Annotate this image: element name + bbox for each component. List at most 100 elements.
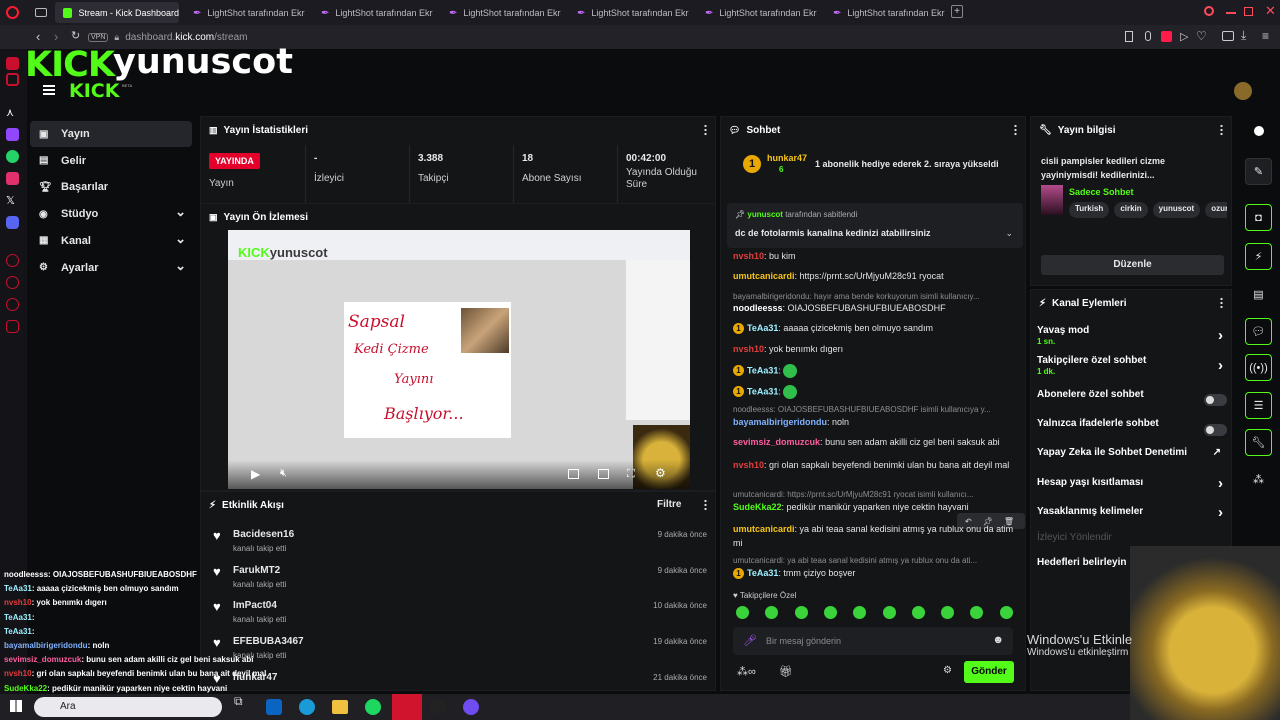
wrench-button[interactable]: 🔧︎ xyxy=(1245,429,1272,456)
clock-icon[interactable] xyxy=(6,276,19,289)
more-options-icon[interactable] xyxy=(1014,124,1017,135)
tag-chip[interactable]: yunuscot xyxy=(1152,202,1201,218)
channel-action-item[interactable]: Hedefleri belirleyin xyxy=(1037,557,1227,581)
tag-chip[interactable]: cirkin xyxy=(1114,202,1148,218)
fullscreen-icon[interactable]: ⛶ xyxy=(627,468,635,481)
chevron-down-icon[interactable]: ⌄ xyxy=(1005,228,1013,239)
settings-icon[interactable] xyxy=(6,320,19,333)
history-icon[interactable] xyxy=(6,254,19,267)
chevron-down-icon[interactable]: ⌄ xyxy=(175,231,186,247)
chat-username[interactable]: TeAa31 xyxy=(747,365,778,375)
chat-message[interactable]: SudeKka22: pedikür manikür yaparken niye… xyxy=(733,502,1023,512)
chat-username[interactable]: bayamalbirigeridondu xyxy=(733,417,827,427)
channel-action-item[interactable]: Abonelere özel sohbet xyxy=(1037,389,1227,413)
emote-icon[interactable] xyxy=(794,606,808,619)
start-icon[interactable] xyxy=(10,700,22,712)
sidebar-item-4[interactable]: ▦ Kanal ⌄ xyxy=(30,228,192,254)
whatsapp-icon[interactable] xyxy=(6,150,19,163)
send-button[interactable]: Gönder xyxy=(964,661,1014,683)
layout-button[interactable]: ☰ xyxy=(1245,392,1272,419)
emote-icon[interactable] xyxy=(911,606,925,619)
chat-username[interactable]: nvsh10 xyxy=(733,251,764,261)
bolt-button[interactable]: ⚡︎ xyxy=(1245,243,1272,270)
gift-icon[interactable]: 🎁︎ xyxy=(779,665,793,678)
chat-message[interactable]: nvsh10: bu kim xyxy=(733,251,1023,261)
chat-input[interactable]: 🎤︎ Bir mesaj gönderin ☻ xyxy=(733,627,1013,655)
search-tabs-icon[interactable] xyxy=(1204,6,1214,16)
emote-icon[interactable] xyxy=(736,606,749,619)
tab-switcher-icon[interactable] xyxy=(35,8,47,17)
chat-message[interactable]: sevimsiz_domuzcuk: bunu sen adam akilli … xyxy=(733,437,1023,447)
tab-lightshot-4[interactable]: ✒ LightShot tarafından Ekra xyxy=(569,2,689,23)
chat-username[interactable]: noodleesss xyxy=(733,303,783,313)
tag-chip[interactable]: Turkish xyxy=(1069,202,1110,218)
chat-reply-line[interactable]: umutcanicardi: ya abi teaa sanal kedisin… xyxy=(733,556,1023,565)
chevron-right-icon[interactable]: › xyxy=(1218,504,1223,521)
external-link-icon[interactable]: ↗ xyxy=(1213,447,1221,458)
sidebar-red-icon-2[interactable] xyxy=(6,73,19,86)
app-icon[interactable] xyxy=(430,699,446,715)
channel-action-item[interactable]: Yavaş mod 1 sn. › xyxy=(1037,325,1227,349)
chat-message[interactable]: noodleesss: OIAJOSBEFUBASHUFBIUEABOSDHF xyxy=(733,303,1023,313)
toggle-switch[interactable] xyxy=(1204,394,1227,406)
clipboard-button[interactable]: ▤ xyxy=(1245,281,1272,308)
instagram-icon[interactable] xyxy=(6,172,19,185)
chat-message[interactable]: umutcanicardi: https://prnt.sc/UrMjyuM28… xyxy=(733,271,1023,281)
chevron-down-icon[interactable]: ⌄ xyxy=(175,204,186,220)
hamburger-icon[interactable] xyxy=(43,85,55,95)
tab-kick-dashboard[interactable]: Stream - Kick Dashboard xyxy=(55,2,179,23)
menu-icon[interactable]: ≡ xyxy=(1262,29,1269,43)
mic-icon[interactable] xyxy=(1145,31,1151,41)
chat-reply-line[interactable]: noodleesss: OIAJOSBEFUBASHUFBIUEABOSDHF … xyxy=(733,405,1023,414)
bookmark-icon[interactable] xyxy=(1125,31,1133,42)
chat-message[interactable]: 1 TeAa31: xyxy=(733,385,1023,399)
avatar[interactable] xyxy=(1234,82,1252,100)
vpn-badge[interactable]: VPN xyxy=(88,33,109,42)
theater-icon[interactable] xyxy=(598,469,609,479)
heart-icon[interactable]: ♡ xyxy=(1196,29,1207,43)
mic-icon[interactable]: 🎤︎ xyxy=(743,634,757,647)
aria-icon[interactable]: ⋏ xyxy=(6,106,19,119)
chat-message[interactable]: 1 TeAa31: tmm çiziyo boşver xyxy=(733,568,1023,579)
chat-reply-line[interactable]: umutcanicardi: https://prnt.sc/UrMjyuM28… xyxy=(733,490,1023,499)
forward-icon[interactable]: › xyxy=(54,29,58,44)
chat-message[interactable]: nvsh10: gri olan sapkalı beyefendi benim… xyxy=(733,458,1023,486)
chat-message[interactable]: 1 TeAa31: xyxy=(733,364,1023,378)
tab-lightshot-6[interactable]: ✒ LightShot tarafından Ekra xyxy=(825,2,945,23)
reload-icon[interactable]: ↻ xyxy=(71,29,80,42)
camera-button[interactable]: ◘ xyxy=(1245,204,1272,231)
emoji-icon[interactable]: ☻ xyxy=(992,634,1004,646)
kick-small-logo[interactable]: KICK xyxy=(69,80,119,102)
tab-lightshot-2[interactable]: ✒ LightShot tarafından Ekra xyxy=(313,2,433,23)
chevron-right-icon[interactable]: › xyxy=(1218,357,1223,374)
chat-message[interactable]: bayamalbirigeridondu: noln xyxy=(733,417,1023,427)
chat-username[interactable]: SudeKka22 xyxy=(733,502,782,512)
new-tab-button[interactable]: + xyxy=(951,5,963,18)
sidebar-item-3[interactable]: ◉ Stüdyo ⌄ xyxy=(30,201,192,227)
chat-username[interactable]: TeAa31 xyxy=(747,568,778,578)
tab-lightshot-3[interactable]: ✒ LightShot tarafından Ekra xyxy=(441,2,561,23)
pencil-button[interactable]: ✎ xyxy=(1245,158,1272,185)
channel-action-item[interactable]: Hesap yaşı kısıtlaması › xyxy=(1037,475,1227,501)
chat-message[interactable]: nvsh10: yok benımkı dıgerı xyxy=(733,344,1023,354)
shield-icon[interactable] xyxy=(1161,31,1172,42)
more-options-icon[interactable] xyxy=(1220,124,1223,135)
firefox-icon[interactable] xyxy=(463,699,479,715)
more-options-icon[interactable] xyxy=(1220,297,1223,308)
twitch-icon[interactable] xyxy=(6,128,19,141)
toggle-switch[interactable] xyxy=(1204,424,1227,436)
activity-user[interactable]: ImPact04 xyxy=(233,600,277,611)
more-options-icon[interactable] xyxy=(704,124,707,135)
filter-button[interactable]: Filtre xyxy=(657,499,681,510)
chat-message[interactable]: umutcanicardi: ya abi teaa sanal kedisin… xyxy=(733,522,1023,550)
taskbar-search[interactable]: Ara xyxy=(34,697,222,717)
info-icon[interactable] xyxy=(1254,126,1264,136)
edge-icon[interactable] xyxy=(299,699,315,715)
tab-lightshot-5[interactable]: ✒ LightShot tarafından Ekra xyxy=(697,2,817,23)
activity-user[interactable]: EFEBUBA3467 xyxy=(233,636,304,647)
explorer-icon[interactable] xyxy=(332,700,348,714)
pip-icon[interactable] xyxy=(568,469,579,479)
channel-action-item[interactable]: Takipçilere özel sohbet 1 dk. › xyxy=(1037,355,1227,379)
chevron-down-icon[interactable]: ⌄ xyxy=(175,258,186,274)
play-icon[interactable]: ▶ xyxy=(251,467,260,481)
